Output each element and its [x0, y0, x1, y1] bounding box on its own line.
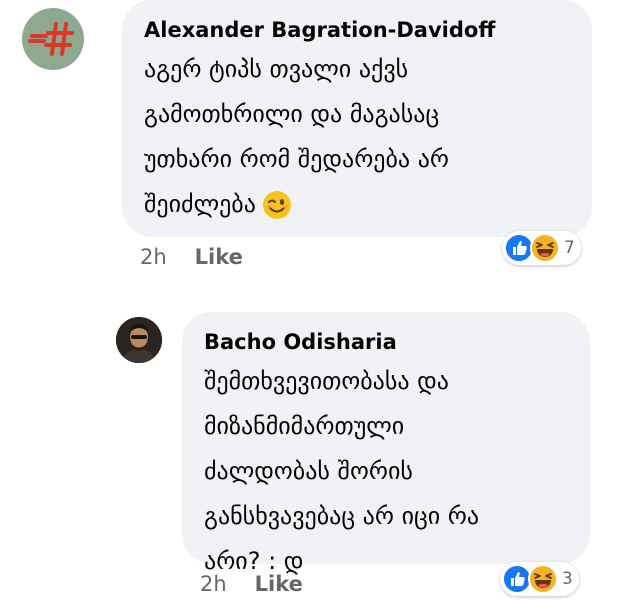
like-button[interactable]: Like [195, 245, 243, 269]
comment-meta: 2h Like [200, 572, 303, 596]
haha-reaction-icon [530, 233, 560, 263]
like-button[interactable]: Like [255, 572, 303, 596]
comment-bubble: Alexander Bagration-Davidoff აგერ ტიპს თ… [122, 0, 592, 237]
haha-reaction-icon [528, 564, 558, 594]
comment-bubble: Bacho Odisharia შემთხვევითობასა და მიზან… [182, 312, 590, 575]
comment-text: აგერ ტიპს თვალი აქვს გამოთხრილი და მაგას… [144, 47, 572, 227]
comment-author[interactable]: Alexander Bagration-Davidoff [144, 16, 572, 44]
avatar[interactable] [116, 317, 162, 363]
red-hashtag-logo-icon [28, 22, 74, 56]
profile-photo-icon [116, 317, 162, 363]
comment-timestamp[interactable]: 2h [140, 245, 167, 269]
reaction-count: 7 [564, 238, 575, 258]
avatar[interactable] [22, 8, 84, 70]
winking-face-icon [262, 191, 291, 219]
comment-meta: 2h Like [140, 245, 243, 269]
comment-author[interactable]: Bacho Odisharia [204, 328, 572, 356]
comment-timestamp[interactable]: 2h [200, 572, 227, 596]
reaction-summary[interactable]: 7 [502, 231, 581, 265]
reaction-summary[interactable]: 3 [500, 562, 579, 596]
comment-text: შემთხვევითობასა და მიზანმიმართული ძალდობ… [204, 367, 480, 575]
reaction-count: 3 [562, 569, 573, 589]
comment-text-content: აგერ ტიპს თვალი აქვს გამოთხრილი და მაგას… [144, 55, 450, 218]
